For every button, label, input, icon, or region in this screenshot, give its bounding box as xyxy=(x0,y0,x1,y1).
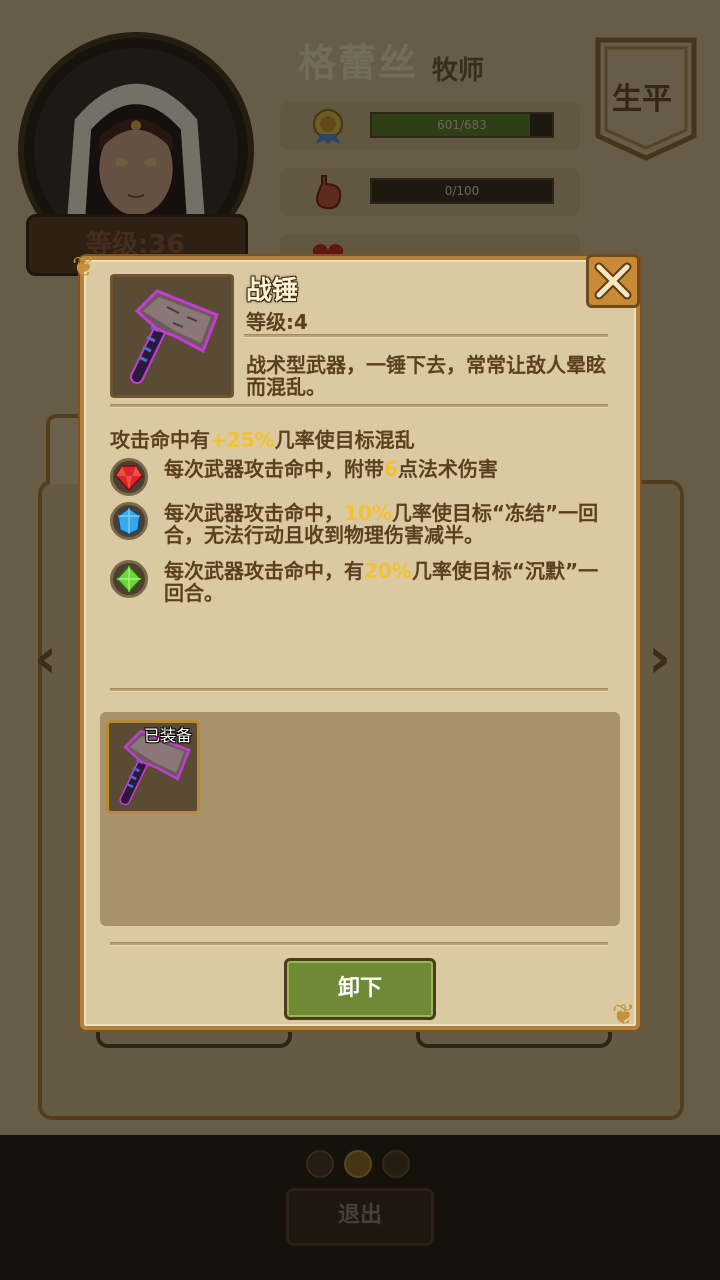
close-button[interactable] xyxy=(586,254,640,308)
item-name: 战锤 xyxy=(246,276,299,306)
divider xyxy=(110,942,608,946)
red-gem-icon xyxy=(110,458,148,496)
gem-effect-row: 每次武器攻击命中，有20%几率使目标“沉默”一回合。 xyxy=(110,560,610,604)
green-gem-icon xyxy=(110,560,148,598)
gem-effect-text: 每次武器攻击命中，10%几率使目标“冻结”一回合，无法行动且收到物理伤害减半。 xyxy=(164,501,599,547)
divider xyxy=(110,404,608,408)
corner-ornament-icon: ❦ xyxy=(612,998,636,1031)
close-icon xyxy=(594,262,632,300)
item-description: 战术型武器，一锤下去，常常让敌人晕眩而混乱。 xyxy=(246,353,606,399)
equipped-badge: 已装备 xyxy=(144,726,193,745)
gem-effect-row: 每次武器攻击命中，附带6点法术伤害 xyxy=(110,458,610,496)
item-icon-frame xyxy=(110,274,234,398)
blue-gem-icon xyxy=(110,502,148,540)
item-level: 等级:4 xyxy=(246,310,308,334)
gem-effect-row: 每次武器攻击命中，10%几率使目标“冻结”一回合，无法行动且收到物理伤害减半。 xyxy=(110,502,610,546)
gem-effect-text: 每次武器攻击命中，附带6点法术伤害 xyxy=(164,457,498,481)
unequip-button[interactable]: 卸下 xyxy=(284,958,436,1020)
corner-ornament-icon: ❦ xyxy=(72,250,96,283)
gem-effect-text: 每次武器攻击命中，有20%几率使目标“沉默”一回合。 xyxy=(164,559,599,605)
divider xyxy=(244,334,608,338)
war-hammer-icon xyxy=(130,289,219,384)
item-main-effect: 攻击命中有+25%几率使目标混乱 xyxy=(110,428,415,452)
divider xyxy=(110,688,608,692)
